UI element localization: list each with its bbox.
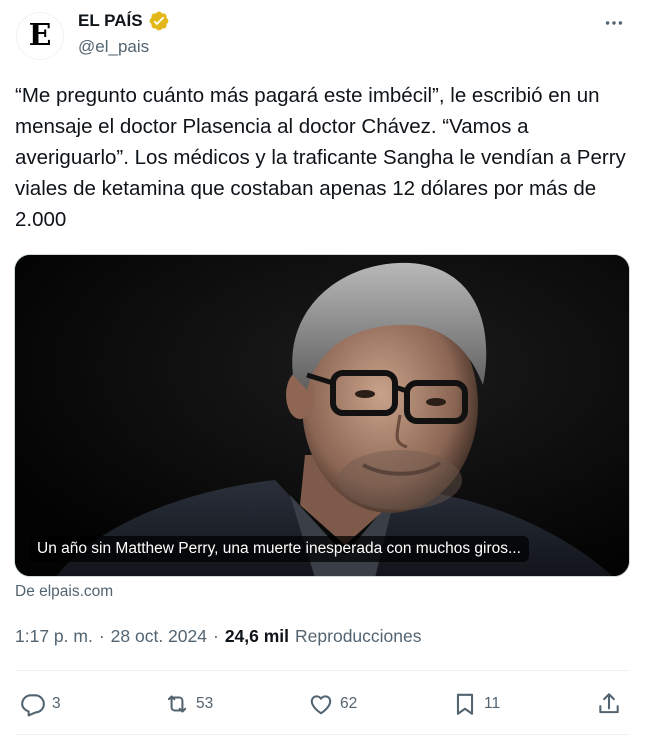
author-block: EL PAÍS @el_pais: [78, 10, 170, 57]
more-icon: [605, 21, 623, 25]
action-bar: 3 53 62 11: [0, 686, 645, 722]
verified-badge-icon[interactable]: [148, 10, 170, 32]
heart-icon: [310, 695, 332, 715]
avatar[interactable]: E: [16, 12, 64, 60]
repost-icon: [167, 695, 187, 713]
author-name[interactable]: EL PAÍS: [78, 11, 143, 31]
divider: [15, 734, 630, 735]
link-card[interactable]: Un año sin Matthew Perry, una muerte ine…: [14, 254, 630, 577]
like-button[interactable]: 62: [308, 686, 357, 722]
card-caption: Un año sin Matthew Perry, una muerte ine…: [29, 536, 529, 562]
share-icon: [599, 693, 619, 714]
more-button[interactable]: [599, 12, 629, 34]
tweet-date[interactable]: 28 oct. 2024: [111, 626, 207, 647]
views-count: 24,6 mil: [224, 626, 290, 646]
tweet-meta: 1:17 p. m. · 28 oct. 2024 · 24,6 mil Rep…: [15, 626, 422, 647]
views-label: Reproducciones: [295, 626, 422, 646]
bookmark-button[interactable]: 11: [452, 686, 500, 722]
tweet-text: “Me pregunto cuánto más pagará este imbé…: [15, 84, 626, 231]
reply-button[interactable]: 3: [20, 686, 61, 722]
card-photo: [15, 255, 629, 576]
divider: [15, 670, 630, 671]
reply-count: 3: [52, 695, 61, 712]
author-handle[interactable]: @el_pais: [78, 37, 170, 57]
bookmark-icon: [456, 693, 474, 715]
reply-icon: [21, 694, 45, 717]
avatar-letter: E: [28, 18, 52, 53]
repost-count: 53: [196, 695, 214, 712]
bookmark-count: 11: [484, 695, 501, 712]
card-source[interactable]: De elpais.com: [15, 583, 113, 601]
repost-button[interactable]: 53: [164, 686, 213, 722]
tweet-time[interactable]: 1:17 p. m.: [15, 626, 93, 647]
meta-separator: ·: [98, 626, 105, 646]
meta-separator: ·: [212, 626, 219, 646]
like-count: 62: [340, 695, 358, 712]
share-button[interactable]: [596, 686, 622, 722]
name-row: EL PAÍS: [78, 10, 170, 32]
